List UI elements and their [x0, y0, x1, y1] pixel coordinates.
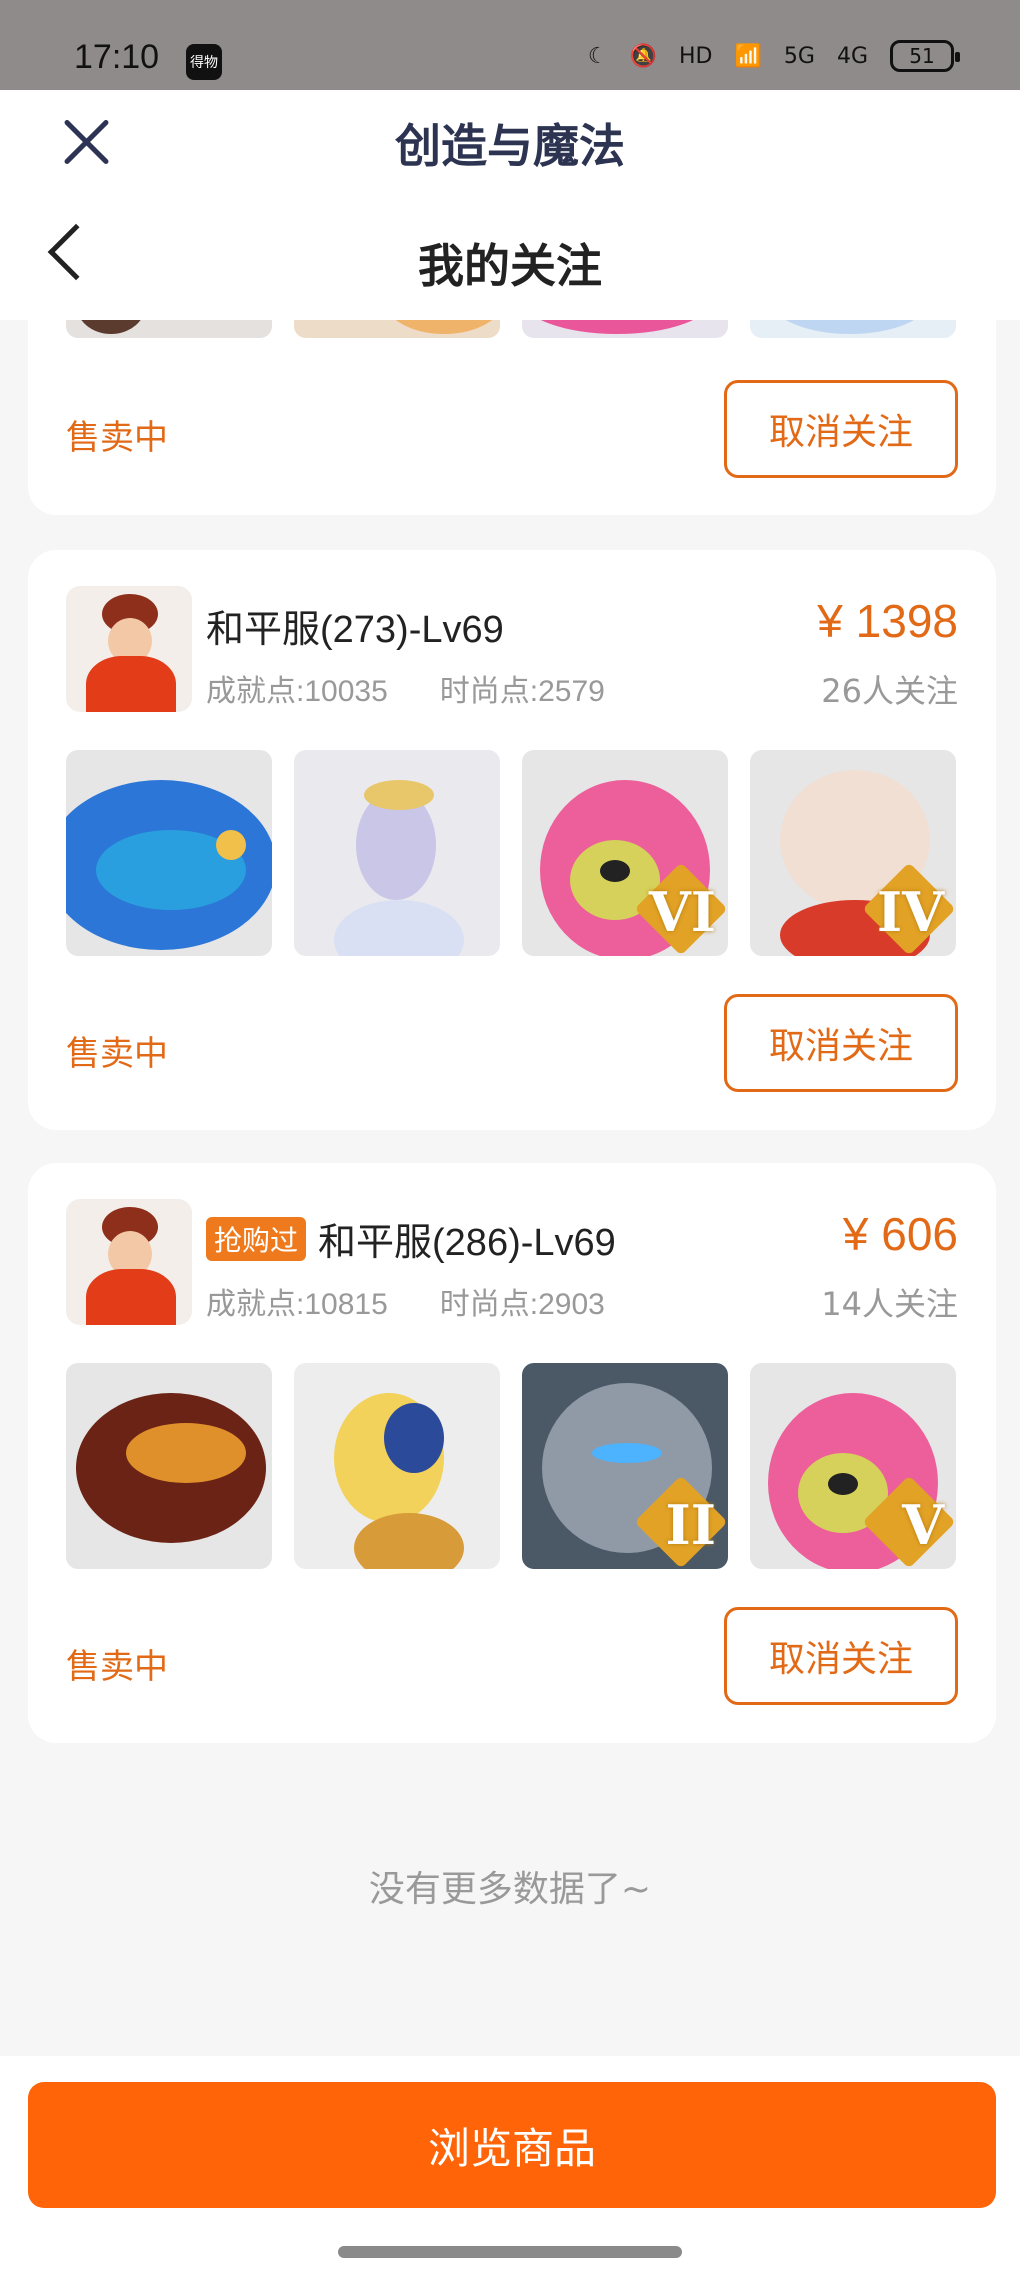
- item-thumb[interactable]: V: [750, 1363, 956, 1569]
- follower-count: 26人关注: [821, 672, 958, 710]
- follow-card-clipped: 售卖中 取消关注: [28, 294, 996, 515]
- sale-status: 售卖中: [66, 418, 168, 458]
- unfollow-button[interactable]: 取消关注: [724, 380, 958, 478]
- item-thumb[interactable]: [66, 1363, 272, 1569]
- listing-title: 和平服(273)-Lv69: [206, 598, 504, 653]
- page-title: 我的关注: [418, 239, 602, 293]
- rank-label: II: [665, 1493, 716, 1557]
- avatar: [66, 1199, 192, 1325]
- achievement-points: 成就点:10815: [206, 1288, 388, 1321]
- thumb-row: II V: [66, 1363, 956, 1569]
- fashion-points: 时尚点:2903: [439, 1288, 605, 1321]
- price: ¥ 1398: [817, 595, 958, 647]
- item-thumb[interactable]: [294, 1363, 500, 1569]
- item-thumb[interactable]: [294, 750, 500, 956]
- server-name: 和平服(286)-Lv69: [318, 1222, 616, 1264]
- hd-icon: HD: [679, 43, 713, 69]
- item-thumb[interactable]: VI: [522, 750, 728, 956]
- rank-label: VI: [648, 880, 716, 944]
- app-badge-icon: 得物: [186, 44, 222, 80]
- purchased-tag: 抢购过: [206, 1216, 307, 1261]
- status-icons: ☾ 🔕 HD 📶 5G 4G 51: [587, 40, 960, 72]
- mute-icon: 🔕: [629, 43, 658, 69]
- moon-icon: ☾: [587, 43, 608, 69]
- status-time: 17:10: [74, 38, 160, 76]
- listing-title: 抢购过 和平服(286)-Lv69: [206, 1211, 616, 1266]
- item-thumb[interactable]: II: [522, 1363, 728, 1569]
- avatar: [66, 586, 192, 712]
- price: ¥ 606: [842, 1208, 958, 1260]
- stats: 成就点:10815 时尚点:2903: [206, 1279, 605, 1323]
- unfollow-button[interactable]: 取消关注: [724, 1607, 958, 1705]
- follower-count: 14人关注: [821, 1285, 958, 1323]
- sale-status: 售卖中: [66, 1647, 168, 1687]
- server-name: 和平服(273)-Lv69: [206, 609, 504, 651]
- end-of-list-text: 没有更多数据了~: [368, 1869, 652, 1910]
- status-bar: 17:10 得物 ☾ 🔕 HD 📶 5G 4G 51: [0, 0, 1020, 90]
- app-title: 创造与魔法: [395, 119, 625, 173]
- wifi-icon: 📶: [734, 43, 762, 69]
- item-thumb[interactable]: IV: [750, 750, 956, 956]
- network-4g-icon: 4G: [836, 43, 868, 69]
- network-5g-icon: 5G: [783, 43, 815, 69]
- follow-card[interactable]: 和平服(273)-Lv69 成就点:10035 时尚点:2579 ¥ 1398 2…: [28, 550, 996, 1130]
- achievement-points: 成就点:10035: [206, 675, 388, 708]
- home-indicator[interactable]: [338, 2246, 682, 2258]
- browse-products-button[interactable]: 浏览商品: [28, 2082, 996, 2208]
- sale-status: 售卖中: [66, 1034, 168, 1074]
- unfollow-button[interactable]: 取消关注: [724, 994, 958, 1092]
- rank-label: IV: [876, 880, 944, 944]
- top-bar: 创造与魔法 我的关注: [0, 90, 1020, 320]
- battery-level: 51: [909, 44, 935, 68]
- thumb-row: VI IV: [66, 750, 956, 956]
- rank-label: V: [902, 1493, 944, 1557]
- fashion-points: 时尚点:2579: [439, 675, 605, 708]
- battery-icon: 51: [890, 40, 960, 72]
- stats: 成就点:10035 时尚点:2579: [206, 666, 605, 710]
- follow-card[interactable]: 抢购过 和平服(286)-Lv69 成就点:10815 时尚点:2903 ¥ 60…: [28, 1163, 996, 1743]
- item-thumb[interactable]: [66, 750, 272, 956]
